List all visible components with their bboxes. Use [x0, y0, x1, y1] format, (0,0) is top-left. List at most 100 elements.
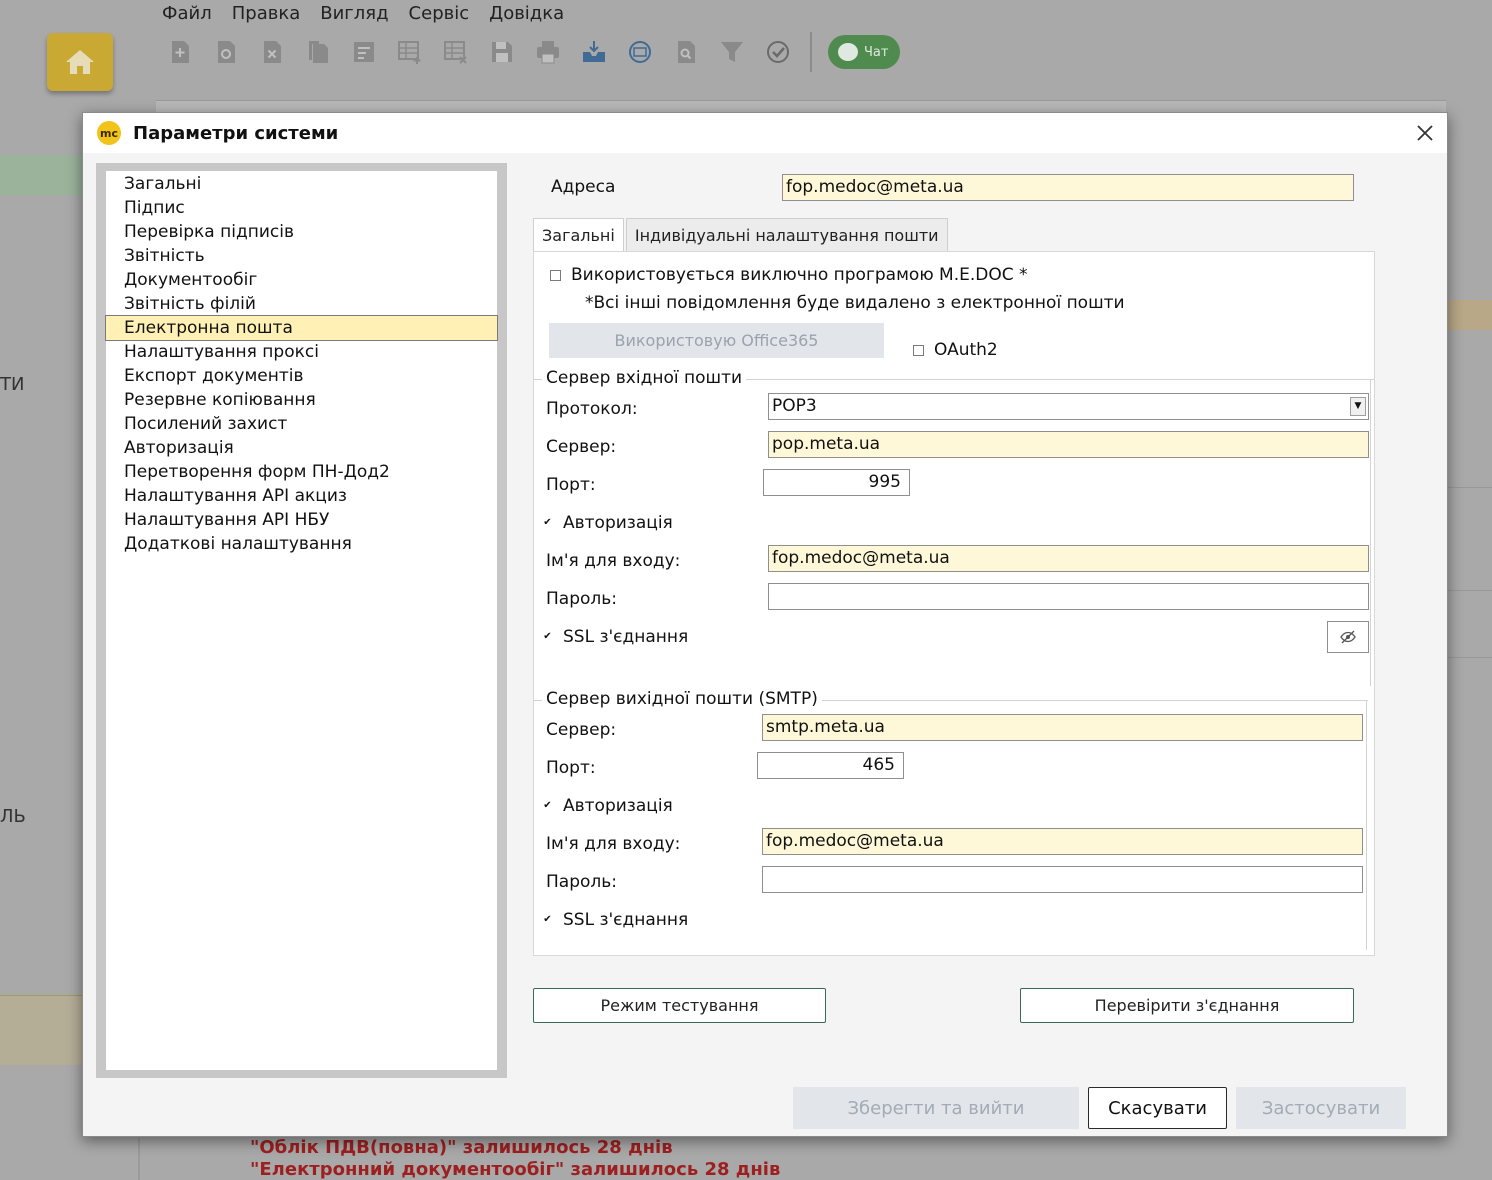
close-button[interactable]	[1411, 119, 1439, 147]
address-input[interactable]: fop.medoc@meta.ua	[782, 174, 1354, 201]
outgoing-login-label: Ім'я для входу:	[546, 834, 681, 854]
background-row-highlight	[1448, 300, 1492, 330]
eye-hidden-icon	[1340, 630, 1356, 644]
filter-icon[interactable]	[716, 35, 748, 69]
nav-item-export[interactable]: Експорт документів	[106, 364, 497, 388]
outgoing-server-input[interactable]: smtp.meta.ua	[762, 714, 1363, 741]
save-and-exit-button[interactable]: Зберегти та вийти	[793, 1087, 1079, 1129]
incoming-server-label: Сервер:	[546, 437, 617, 457]
show-password-button[interactable]	[1327, 621, 1369, 653]
protocol-select[interactable]: POP3 ▼	[768, 393, 1369, 420]
incoming-port-input[interactable]: 995	[763, 469, 910, 496]
incoming-port-label: Порт:	[546, 475, 596, 495]
nav-item-api-excise[interactable]: Налаштування API акциз	[106, 484, 497, 508]
chevron-down-icon[interactable]: ▼	[1350, 397, 1366, 416]
print-icon[interactable]	[532, 35, 564, 69]
sync-mail-icon[interactable]	[624, 35, 656, 69]
nav-item-signature-check[interactable]: Перевірка підписів	[106, 220, 497, 244]
menu-service[interactable]: Сервіс	[407, 3, 472, 24]
delete-document-icon[interactable]	[256, 35, 288, 69]
nav-item-signature[interactable]: Підпис	[106, 196, 497, 220]
outgoing-group-border	[1366, 700, 1367, 950]
outgoing-port-label: Порт:	[546, 758, 596, 778]
apply-button[interactable]: Застосувати	[1236, 1087, 1406, 1129]
checkmark-icon: ✔	[542, 800, 553, 812]
nav-item-general[interactable]: Загальні	[106, 172, 497, 196]
nav-item-authorization[interactable]: Авторизація	[106, 436, 497, 460]
menu-help[interactable]: Довідка	[487, 3, 566, 24]
incoming-auth-checkbox[interactable]: ✔ Авторизація	[542, 513, 673, 533]
home-button[interactable]	[47, 33, 113, 91]
oauth2-label: OAuth2	[934, 340, 998, 360]
toolbar-separator	[810, 32, 812, 72]
background-text: ТИ	[0, 374, 25, 395]
nav-item-reporting[interactable]: Звітність	[106, 244, 497, 268]
nav-item-branch-reporting[interactable]: Звітність філій	[106, 292, 497, 316]
outgoing-auth-checkbox[interactable]: ✔ Авторизація	[542, 796, 673, 816]
background-divider	[1448, 657, 1492, 658]
nav-item-enhanced-security[interactable]: Посилений захист	[106, 412, 497, 436]
edit-list-icon[interactable]	[348, 35, 380, 69]
tab-general[interactable]: Загальні	[533, 218, 624, 254]
outgoing-password-input[interactable]	[762, 866, 1363, 893]
incoming-password-input[interactable]	[768, 583, 1369, 610]
save-icon[interactable]	[486, 35, 518, 69]
incoming-login-label: Ім'я для входу:	[546, 551, 681, 571]
background-divider	[1448, 487, 1492, 488]
incoming-password-label: Пароль:	[546, 589, 618, 609]
incoming-server-input[interactable]: pop.meta.ua	[768, 431, 1369, 458]
exclusive-usage-checkbox[interactable]: Використовується виключно програмою M.E.…	[550, 265, 1028, 285]
chat-bubble-icon	[838, 43, 858, 61]
email-tabs: Загальні Індивідуальні налаштування пошт…	[533, 218, 950, 254]
test-mode-button[interactable]: Режим тестування	[533, 988, 826, 1023]
nav-item-backup[interactable]: Резервне копіювання	[106, 388, 497, 412]
background-divider	[1448, 590, 1492, 591]
tab-individual-mail-settings[interactable]: Індивідуальні налаштування пошти	[625, 218, 948, 252]
license-warning: "Облік ПДВ(повна)" залишилось 28 днів	[250, 1137, 673, 1158]
protocol-value: POP3	[772, 396, 817, 416]
nav-item-api-nbu[interactable]: Налаштування API НБУ	[106, 508, 497, 532]
chat-button[interactable]: Чат	[828, 35, 901, 69]
outgoing-group-title: Сервер вихідної пошти (SMTP)	[542, 689, 822, 709]
receive-icon[interactable]	[578, 35, 610, 69]
outgoing-login-input[interactable]: fop.medoc@meta.ua	[762, 828, 1363, 855]
outgoing-server-label: Сервер:	[546, 720, 617, 740]
incoming-group-title: Сервер вхідної пошти	[542, 368, 747, 388]
view-document-icon[interactable]	[210, 35, 242, 69]
nav-item-proxy[interactable]: Налаштування проксі	[106, 340, 497, 364]
medoc-logo-icon: mc	[97, 121, 121, 145]
exclusive-usage-note: *Всі інші повідомлення буде видалено з е…	[585, 293, 1125, 313]
outgoing-port-input[interactable]: 465	[757, 752, 904, 779]
background-row-highlight	[0, 995, 82, 1065]
nav-item-email[interactable]: Електронна пошта	[105, 315, 498, 341]
background-text: ЛЬ	[0, 806, 26, 827]
incoming-ssl-label: SSL з'єднання	[563, 627, 689, 647]
nav-item-additional[interactable]: Додаткові налаштування	[106, 532, 497, 556]
outgoing-ssl-label: SSL з'єднання	[563, 910, 689, 930]
menu-file[interactable]: Файл	[160, 3, 214, 24]
menu-edit[interactable]: Правка	[230, 3, 303, 24]
checkmark-icon: ✔	[542, 631, 553, 643]
app-menubar: Файл Правка Вигляд Сервіс Довідка	[160, 3, 566, 24]
chat-label: Чат	[864, 44, 889, 60]
outgoing-ssl-checkbox[interactable]: ✔ SSL з'єднання	[542, 910, 688, 930]
check-connection-button[interactable]: Перевірити з'єднання	[1020, 988, 1354, 1023]
search-document-icon[interactable]	[670, 35, 702, 69]
checkmark-icon: ✔	[542, 517, 553, 529]
menu-view[interactable]: Вигляд	[318, 3, 390, 24]
incoming-login-input[interactable]: fop.medoc@meta.ua	[768, 545, 1369, 572]
exclusive-usage-label: Використовується виключно програмою M.E.…	[571, 265, 1028, 285]
copy-document-icon[interactable]	[302, 35, 334, 69]
nav-item-form-conversion[interactable]: Перетворення форм ПН-Дод2	[106, 460, 497, 484]
outgoing-password-label: Пароль:	[546, 872, 618, 892]
check-sync-icon[interactable]	[762, 35, 794, 69]
add-table-icon[interactable]	[394, 35, 426, 69]
oauth2-checkbox[interactable]: OAuth2	[913, 340, 998, 360]
remove-table-icon[interactable]	[440, 35, 472, 69]
dialog-title: Параметри системи	[133, 122, 339, 144]
nav-item-document-flow[interactable]: Документообіг	[106, 268, 497, 292]
office365-button[interactable]: Використовую Office365	[549, 323, 884, 358]
new-document-icon[interactable]	[164, 35, 196, 69]
incoming-ssl-checkbox[interactable]: ✔ SSL з'єднання	[542, 627, 688, 647]
cancel-button[interactable]: Скасувати	[1088, 1087, 1227, 1129]
